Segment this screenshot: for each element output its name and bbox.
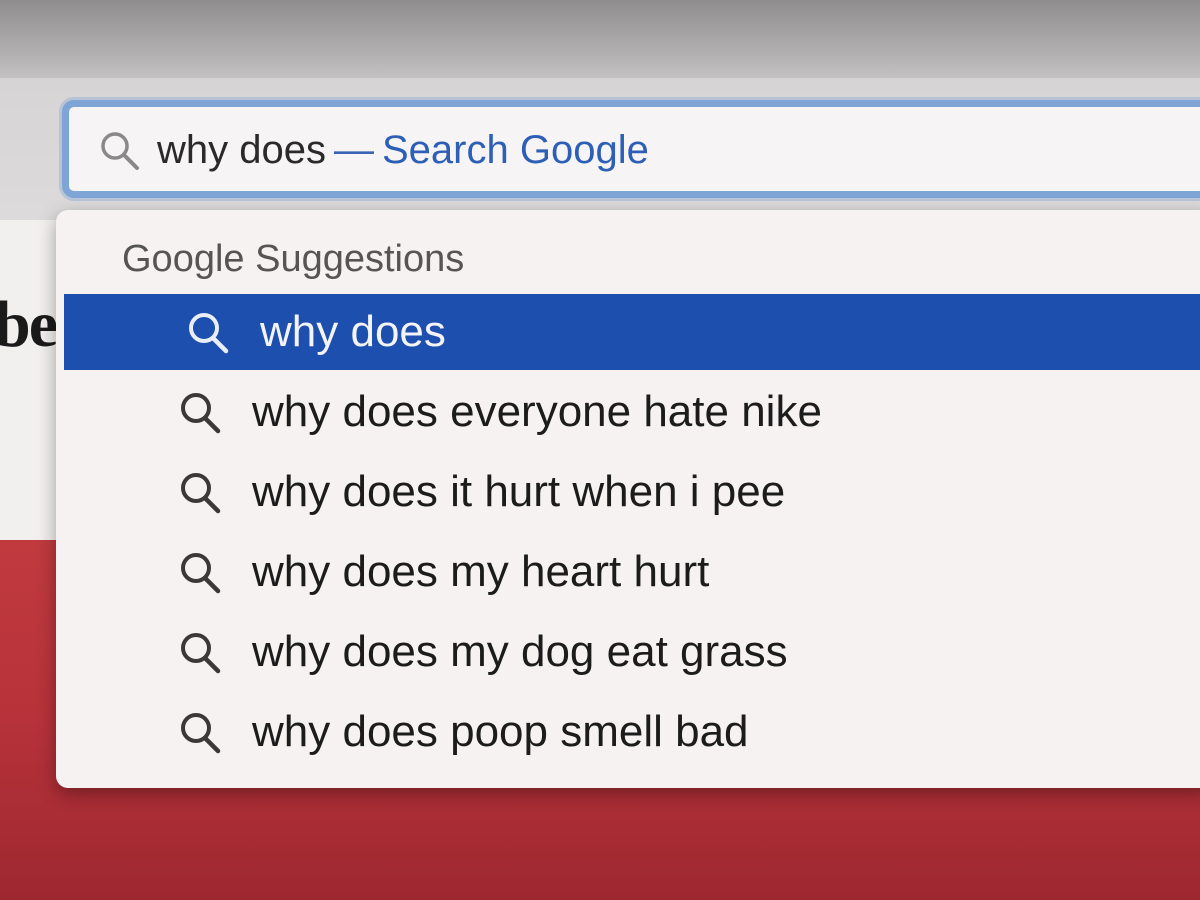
- address-bar-content[interactable]: why does — Search Google: [97, 121, 649, 179]
- search-icon: [176, 629, 222, 675]
- suggestion-item[interactable]: why does it hurt when i pee: [56, 454, 1200, 530]
- suggestion-item[interactable]: why does: [64, 294, 1200, 370]
- address-separator: —: [333, 127, 374, 172]
- search-icon: [176, 709, 222, 755]
- suggestion-item[interactable]: why does my dog eat grass: [56, 614, 1200, 690]
- suggestion-item[interactable]: why does my heart hurt: [56, 534, 1200, 610]
- suggestion-item[interactable]: why does everyone hate nike: [56, 374, 1200, 450]
- search-icon: [176, 549, 222, 595]
- suggestion-item[interactable]: why does poop smell bad: [56, 694, 1200, 770]
- address-search-hint: Search Google: [381, 127, 649, 172]
- suggestions-header: Google Suggestions: [122, 238, 465, 280]
- address-bar[interactable]: why does — Search Google: [62, 100, 1200, 198]
- address-query-text[interactable]: why does: [157, 128, 326, 173]
- search-icon: [176, 469, 222, 515]
- suggestion-label: why does my heart hurt: [252, 547, 710, 596]
- search-icon: [97, 128, 141, 172]
- search-icon: [184, 309, 230, 355]
- suggestion-label: why does everyone hate nike: [252, 387, 822, 436]
- suggestions-dropdown: Google Suggestions why does why does eve…: [56, 210, 1200, 788]
- page-partial-text: be: [0, 288, 58, 361]
- search-icon: [176, 389, 222, 435]
- suggestion-label: why does poop smell bad: [252, 707, 749, 756]
- suggestion-label: why does: [260, 307, 446, 356]
- suggestion-label: why does my dog eat grass: [252, 627, 788, 676]
- suggestion-label: why does it hurt when i pee: [252, 467, 786, 516]
- window-top-edge: [0, 0, 1200, 78]
